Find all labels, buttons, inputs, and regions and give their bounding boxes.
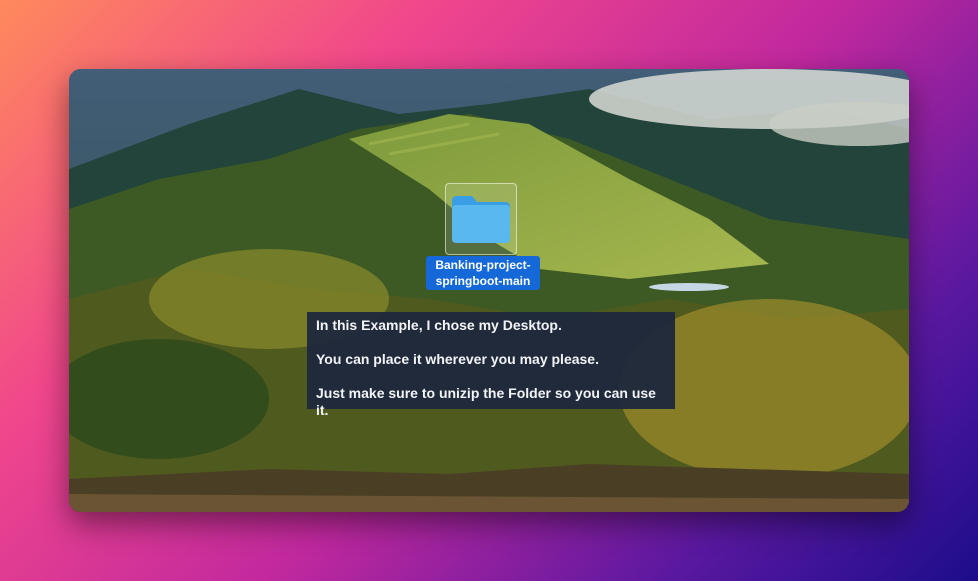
folder-selection[interactable]: [445, 183, 517, 255]
desktop-window: Banking-project-springboot-main In this …: [69, 69, 909, 512]
folder-name-label[interactable]: Banking-project-springboot-main: [426, 256, 540, 290]
tooltip-line-1: In this Example, I chose my Desktop.: [316, 317, 562, 333]
tooltip-line-2: You can place it wherever you may please…: [316, 351, 599, 367]
folder-icon[interactable]: [450, 193, 512, 245]
tooltip-line-3: Just make sure to unizip the Folder so y…: [316, 385, 656, 418]
instruction-tooltip: In this Example, I chose my Desktop. You…: [307, 312, 675, 418]
wallpaper: [69, 69, 909, 512]
